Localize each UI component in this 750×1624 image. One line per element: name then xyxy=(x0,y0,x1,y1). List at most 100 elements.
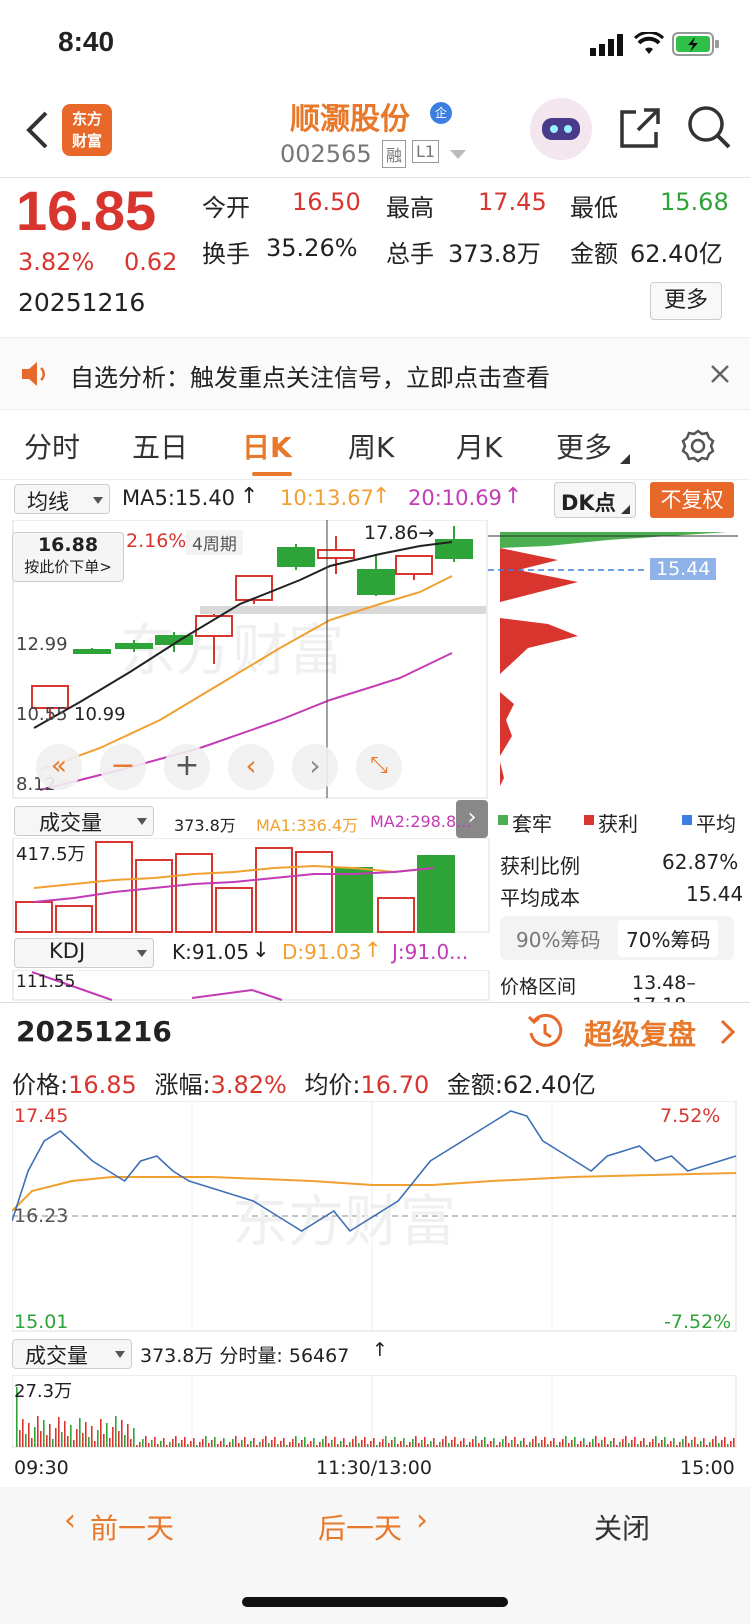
notice-text[interactable]: 自选分析：触发重点关注信号，立即点击查看 xyxy=(70,358,550,393)
volume-select[interactable]: 成交量 xyxy=(14,806,154,836)
volume-ma2: MA2:298.8... xyxy=(370,812,472,831)
intraday-volume-bar xyxy=(235,1436,237,1447)
intraday-volume-bar xyxy=(619,1442,621,1447)
intraday-bot-pct: -7.52% xyxy=(664,1311,732,1333)
tab-chip-70[interactable]: 70%筹码 xyxy=(618,920,719,957)
intraday-top-price: 17.45 xyxy=(14,1105,69,1127)
app-logo[interactable]: 东方 财富 xyxy=(62,104,112,156)
next-day-button[interactable]: 后一天 xyxy=(318,1507,402,1547)
intraday-volume-bar xyxy=(307,1444,309,1447)
intraday-volume-bar xyxy=(484,1437,486,1447)
intraday-volume-bar xyxy=(580,1441,582,1447)
fullscreen-button[interactable]: ⤡ xyxy=(356,744,402,790)
intraday-volume-bar xyxy=(664,1437,666,1447)
restore-button[interactable]: 不复权 xyxy=(650,482,734,518)
zoom-in-button[interactable]: + xyxy=(164,744,210,790)
tab-daily-k[interactable]: 日K xyxy=(242,426,292,466)
chevron-right-icon[interactable] xyxy=(720,1019,736,1045)
tab-weekly-k[interactable]: 周K xyxy=(348,426,394,466)
collapse-left-button[interactable]: « xyxy=(36,744,82,790)
share-icon[interactable] xyxy=(618,106,662,150)
notice-bar[interactable]: 自选分析：触发重点关注信号，立即点击查看 xyxy=(0,338,750,410)
search-icon[interactable] xyxy=(686,104,732,150)
volume-bar xyxy=(335,867,373,933)
intraday-volume-bar xyxy=(697,1444,699,1447)
prev-day-button[interactable]: 前一天 xyxy=(90,1507,174,1547)
low-label: 最低 xyxy=(570,194,618,222)
ma10-value: 10:13.67 xyxy=(280,486,374,510)
ma-select[interactable]: 均线 xyxy=(14,484,110,514)
intraday-volume-bar xyxy=(325,1436,327,1447)
kdj-select[interactable]: KDJ xyxy=(14,938,154,968)
intraday-volume-bar xyxy=(22,1419,24,1447)
scroll-right-button[interactable]: › xyxy=(292,744,338,790)
back-icon[interactable] xyxy=(24,110,50,150)
intraday-volume-bar xyxy=(712,1439,714,1447)
intraday-volume-bar xyxy=(28,1423,30,1447)
intraday-volume-bar xyxy=(154,1437,156,1447)
intraday-volume-select[interactable]: 成交量 xyxy=(12,1339,132,1369)
intraday-volume-bar xyxy=(616,1445,618,1447)
ma10-arrow: ↑ xyxy=(372,484,391,509)
intraday-volume-bar xyxy=(142,1439,144,1447)
prev-day-chevron-icon[interactable]: ‹ xyxy=(64,1503,76,1538)
intraday-volume-bar xyxy=(427,1444,429,1447)
intraday-volume-bar xyxy=(82,1433,84,1447)
close-notice-icon[interactable] xyxy=(710,364,730,384)
robot-avatar[interactable] xyxy=(530,98,592,160)
kdj-chart xyxy=(12,970,490,1001)
intraday-volume-bar xyxy=(349,1442,351,1447)
intraday-volume-bar xyxy=(559,1442,561,1447)
intraday-volume-arrow: ↑ xyxy=(372,1339,388,1361)
intraday-volume-bar xyxy=(91,1426,93,1447)
intraday-volume-bar xyxy=(352,1439,354,1447)
kline-candle xyxy=(357,569,395,595)
tab-monthly-k[interactable]: 月K xyxy=(456,426,502,466)
intraday-volume-bar xyxy=(526,1445,528,1447)
zoom-out-button[interactable]: − xyxy=(100,744,146,790)
intraday-volume-bar xyxy=(406,1445,408,1447)
intraday-volume-bar xyxy=(214,1437,216,1447)
intraday-volume-bar xyxy=(658,1443,660,1447)
more-button[interactable]: 更多 xyxy=(650,282,722,320)
tab-five-day[interactable]: 五日 xyxy=(132,426,188,466)
intraday-chart[interactable]: 东方财富 xyxy=(12,1101,738,1333)
intraday-volume-bar xyxy=(577,1444,579,1447)
axis-label-1055: 10.55 xyxy=(16,704,68,725)
stock-name[interactable]: 顺灏股份 xyxy=(290,94,410,138)
next-day-chevron-icon[interactable]: › xyxy=(416,1503,428,1538)
intraday-volume-bar xyxy=(403,1438,405,1447)
intraday-volume-bar xyxy=(385,1436,387,1447)
close-button[interactable]: 关闭 xyxy=(594,1507,650,1547)
dropdown-icon[interactable] xyxy=(450,150,466,160)
intraday-volume-bar xyxy=(547,1444,549,1447)
tab-chip-90[interactable]: 90%筹码 xyxy=(516,924,600,953)
intraday-volume-bar xyxy=(490,1441,492,1447)
super-replay-link[interactable]: 超级复盘 xyxy=(584,1013,696,1053)
tab-intraday[interactable]: 分时 xyxy=(24,426,80,466)
intraday-volume-bar xyxy=(685,1436,687,1447)
intraday-volume-bar xyxy=(178,1443,180,1447)
intraday-volume-bar xyxy=(370,1441,372,1447)
intraday-volume-bar xyxy=(271,1440,273,1447)
period-label[interactable]: 4周期 xyxy=(186,530,243,555)
scroll-left-button[interactable]: ‹ xyxy=(228,744,274,790)
intraday-volume-bar xyxy=(223,1438,225,1447)
intraday-volume-bar xyxy=(172,1439,174,1447)
kdj-k: K:91.05 xyxy=(172,940,250,964)
dk-point-button[interactable]: DK点 xyxy=(554,482,636,518)
profit-ratio-value: 62.87% xyxy=(662,850,739,874)
history-icon[interactable] xyxy=(526,1013,564,1051)
volume-bar xyxy=(417,855,455,933)
tag-margin: 融 xyxy=(382,140,407,168)
intraday-volume-bar xyxy=(88,1437,90,1447)
intraday-volume-bar xyxy=(139,1442,141,1447)
enterprise-badge: 企 xyxy=(430,102,452,124)
intraday-volume-bar xyxy=(334,1437,336,1447)
intraday-volume-bar xyxy=(37,1416,39,1447)
intraday-volume-bar xyxy=(157,1444,159,1447)
tab-more[interactable]: 更多 xyxy=(556,426,612,466)
price-bubble[interactable]: 16.88 按此价下单> xyxy=(12,532,124,582)
settings-icon[interactable] xyxy=(680,428,716,464)
volume-max-label: 417.5万 xyxy=(16,840,86,866)
